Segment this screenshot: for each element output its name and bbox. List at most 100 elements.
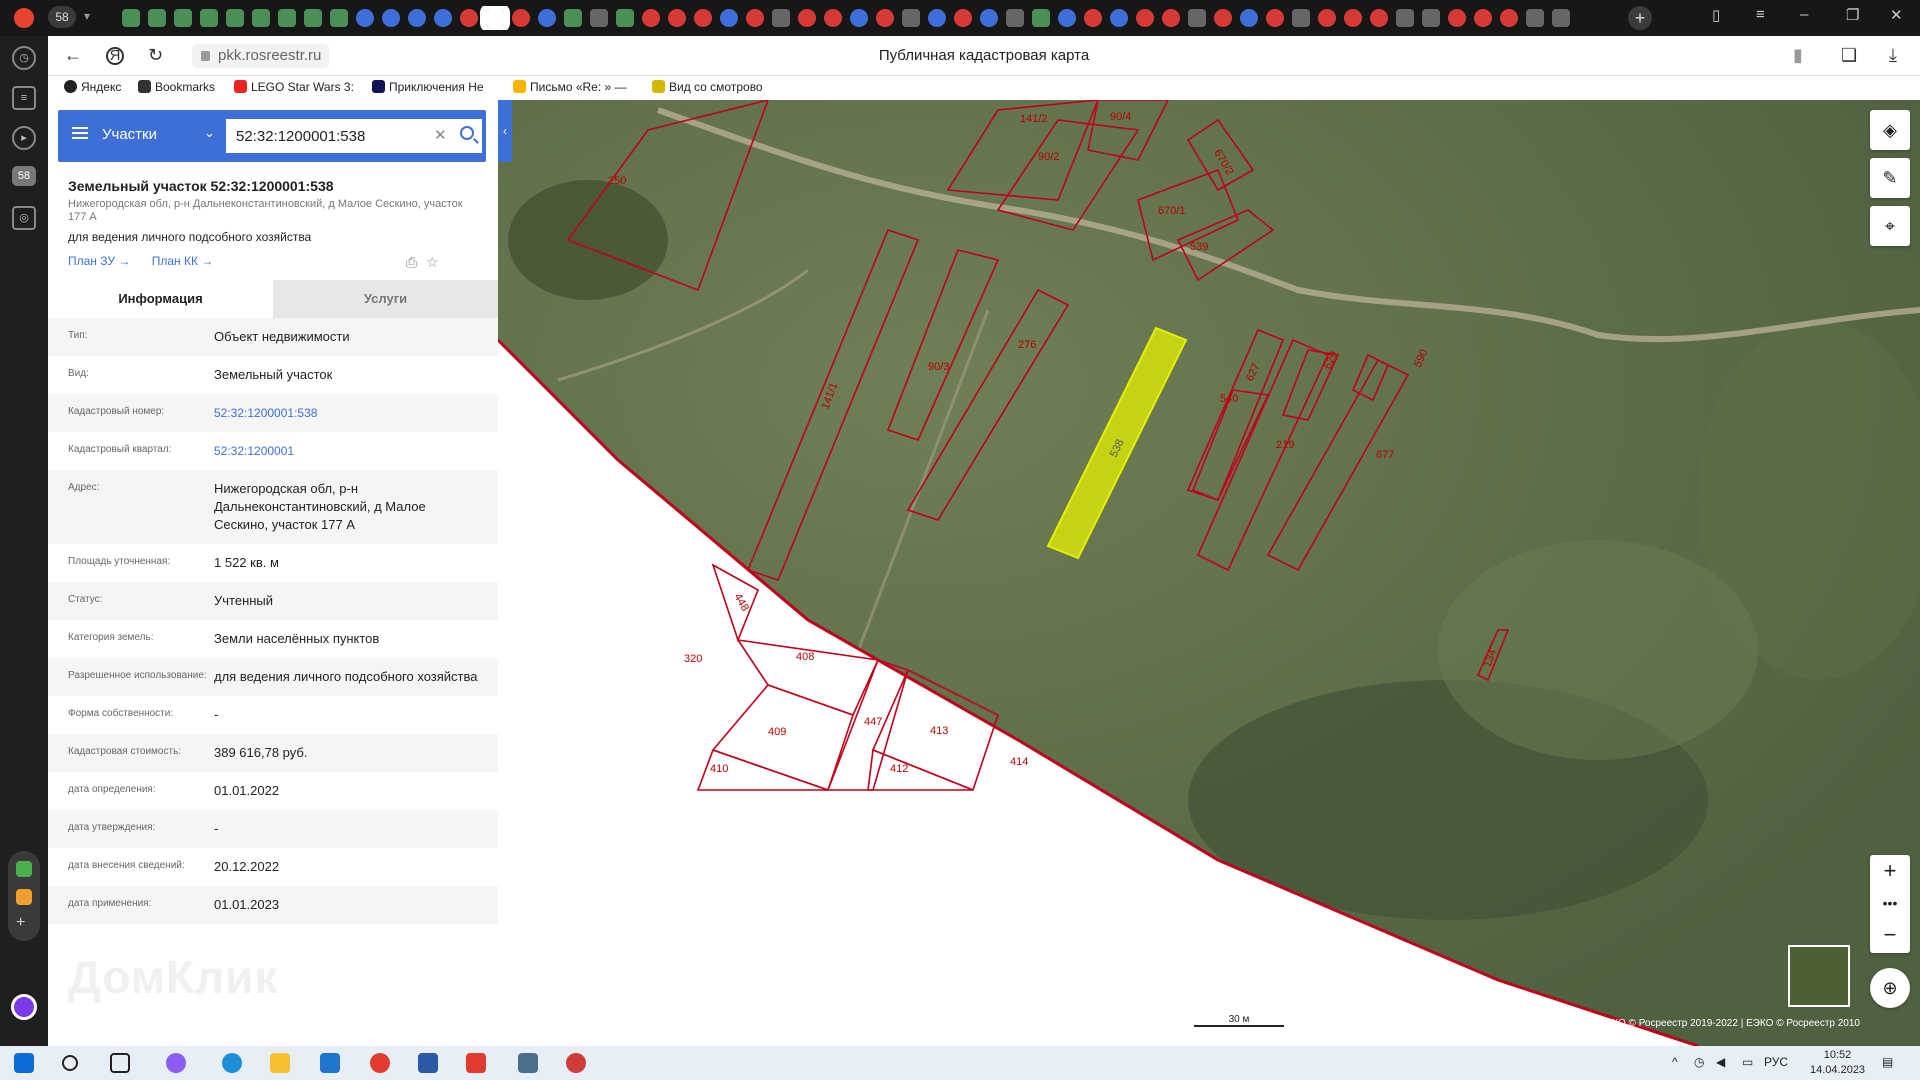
tab[interactable] [902,9,920,27]
tab[interactable] [1396,9,1414,27]
tab[interactable] [1422,9,1440,27]
tab[interactable] [876,9,894,27]
zoom-in-button[interactable]: + [1870,855,1910,887]
tab-counter[interactable]: 58 [48,6,76,28]
tab[interactable] [1032,9,1050,27]
edge-icon[interactable] [222,1053,242,1073]
tab-active[interactable] [480,6,510,30]
video-icon[interactable]: ▸ [12,126,36,150]
search-type-select[interactable]: Участки [102,126,157,143]
minimap[interactable] [1788,945,1850,1007]
tab[interactable] [1474,9,1492,27]
tab[interactable] [564,9,582,27]
tray-chevron-icon[interactable]: ^ [1672,1055,1678,1069]
tab[interactable] [720,9,738,27]
tray-icon[interactable]: ◷ [1694,1055,1704,1069]
language-indicator[interactable]: РУС [1764,1055,1788,1069]
app-icon[interactable] [566,1053,586,1073]
browser-logo-icon[interactable] [14,8,34,28]
notifications-icon[interactable]: ▤ [1882,1055,1893,1069]
tab[interactable] [122,9,140,27]
mail-icon[interactable] [320,1053,340,1073]
ruler-button[interactable]: ✎ [1870,158,1910,198]
bookmark-item[interactable]: Яндекс [64,80,134,94]
collapse-panel-button[interactable]: ‹ [498,100,512,162]
word-icon[interactable] [418,1053,438,1073]
task-view-icon[interactable] [110,1053,130,1073]
minimize-icon[interactable]: – [1800,6,1808,23]
tab[interactable] [512,9,530,27]
bookmark-item[interactable]: LEGO Star Wars 3: [234,80,362,94]
restore-icon[interactable]: ❐ [1846,6,1859,24]
compass-button[interactable]: ⊕ [1870,968,1910,1008]
calculator-icon[interactable] [518,1053,538,1073]
bookmark-item[interactable]: Приключения Не [372,80,498,94]
tab[interactable] [356,9,374,27]
close-icon[interactable]: ✕ [1890,6,1903,24]
tab[interactable] [1162,9,1180,27]
tabs-badge[interactable]: 58 [12,166,36,186]
tab[interactable] [226,9,244,27]
tab[interactable] [1292,9,1310,27]
tab[interactable] [538,9,556,27]
volume-icon[interactable]: ◀ [1716,1055,1725,1069]
tab[interactable] [278,9,296,27]
tab[interactable] [1058,9,1076,27]
tab[interactable] [330,9,348,27]
screenshot-icon[interactable]: ◎ [12,206,36,230]
tabs-dropdown-icon[interactable]: ▾ [84,9,90,23]
search-icon[interactable] [62,1055,78,1071]
tab[interactable] [668,9,686,27]
zoom-out-button[interactable]: − [1870,919,1910,951]
tab[interactable] [1266,9,1284,27]
clock[interactable]: 10:52 14.04.2023 [1810,1048,1865,1078]
tab[interactable] [928,9,946,27]
tab[interactable] [980,9,998,27]
tab[interactable] [694,9,712,27]
tab[interactable] [200,9,218,27]
bookmark-item[interactable]: Bookmarks [138,80,238,94]
notes-icon[interactable]: ≡ [12,86,36,110]
print-icon[interactable]: ⎙ [406,254,417,271]
tab[interactable] [382,9,400,27]
download-icon[interactable]: ⤓ [1889,45,1897,66]
tab[interactable] [1240,9,1258,27]
tab[interactable] [304,9,322,27]
network-icon[interactable]: ▭ [1742,1055,1753,1069]
tab[interactable] [1136,9,1154,27]
alice-assistant-icon[interactable] [11,994,37,1020]
tab[interactable] [1370,9,1388,27]
tab[interactable] [1214,9,1232,27]
tab[interactable] [408,9,426,27]
tab[interactable] [174,9,192,27]
yandex-icon[interactable] [370,1053,390,1073]
tab[interactable] [824,9,842,27]
cadastral-map[interactable]: 250 141/2 90/4 90/2 670/2 670/1 539 141/… [498,100,1920,1046]
history-icon[interactable]: ◷ [12,46,36,70]
tab[interactable] [616,9,634,27]
collections-icon[interactable]: ❏ [1841,45,1857,66]
search-icon[interactable] [460,126,474,140]
zoom-more-button[interactable]: ••• [1870,887,1910,919]
tab[interactable] [148,9,166,27]
tab[interactable] [590,9,608,27]
tab[interactable] [1006,9,1024,27]
tab[interactable] [252,9,270,27]
tab[interactable] [1448,9,1466,27]
tab[interactable] [954,9,972,27]
plan-kk-link[interactable]: План КК → [152,254,214,268]
tab[interactable] [1344,9,1362,27]
tab[interactable] [772,9,790,27]
tab-services[interactable]: Услуги [273,280,498,318]
app-icon[interactable] [16,889,32,905]
explorer-icon[interactable] [270,1053,290,1073]
app-icon[interactable] [16,861,32,877]
tab[interactable] [1110,9,1128,27]
bookmark-icon[interactable]: ▮ [1793,45,1803,66]
tab[interactable] [642,9,660,27]
yandex-browser-icon[interactable] [466,1053,486,1073]
layers-button[interactable]: ◈ [1870,110,1910,150]
chevron-down-icon[interactable]: ⌄ [204,125,215,141]
bookmark-item[interactable]: Вид со смотрово [652,80,782,94]
tab[interactable] [1318,9,1336,27]
